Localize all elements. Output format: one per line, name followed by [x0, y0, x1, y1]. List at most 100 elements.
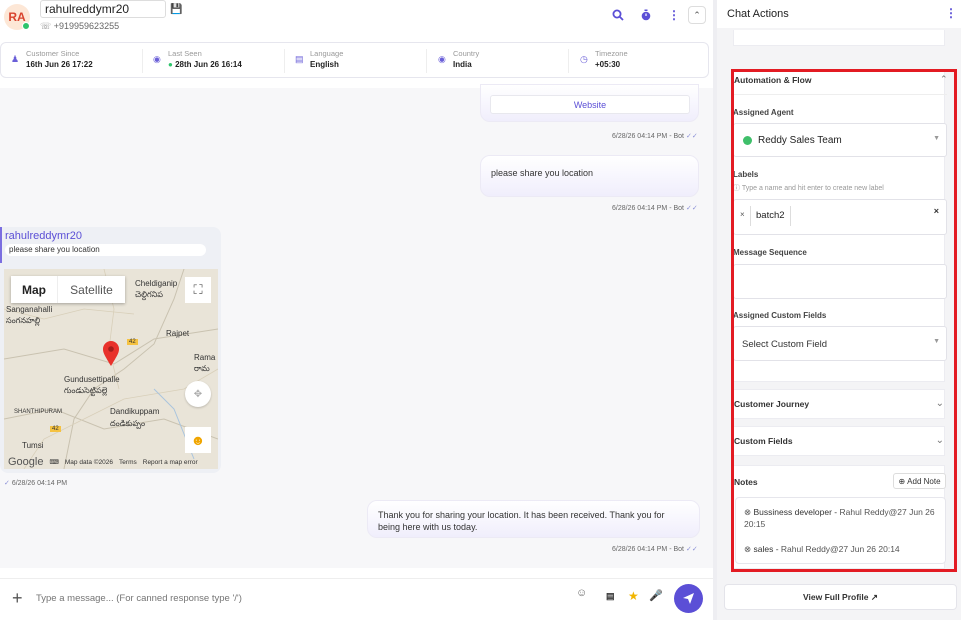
- double-check-icon: ✓✓: [685, 205, 698, 212]
- info-language: ▤ Language English: [295, 49, 425, 73]
- bot-message: please share you location: [480, 155, 699, 197]
- road-shield: 42: [50, 426, 61, 432]
- contact-name-field[interactable]: rahulreddymr20: [40, 0, 166, 18]
- send-icon: [683, 593, 694, 604]
- map-pan-control-icon[interactable]: ✥: [185, 381, 211, 407]
- info-label: Last Seen: [168, 49, 202, 58]
- info-value: ● 28th Jun 26 16:14: [168, 60, 242, 69]
- info-value: English: [310, 60, 339, 69]
- meta-text: 6/28/26 04:14 PM - Bot: [612, 133, 684, 140]
- quote-bar: [0, 227, 2, 263]
- map-place-label: Rajpet: [166, 329, 190, 338]
- map-place-label: Tumsi: [22, 441, 44, 450]
- phone-icon: ☏: [40, 21, 54, 31]
- info-country: ◉ Country India: [438, 49, 568, 73]
- road-shield: 42: [127, 339, 138, 345]
- map-place-label: Cheldiganip: [135, 279, 178, 288]
- customer-info-bar: ♟ Customer Since 16th Jun 26 17:22 ◉ Las…: [0, 42, 709, 78]
- website-button[interactable]: Website: [490, 95, 690, 114]
- info-label: Customer Since: [26, 49, 80, 58]
- info-label: Timezone: [595, 49, 628, 58]
- highlight-box: [731, 69, 957, 572]
- meta-text: 6/28/26 04:14 PM - Bot: [612, 205, 684, 212]
- info-label: Language: [310, 49, 344, 58]
- chat-actions-header: Chat Actions ⋮: [717, 0, 961, 28]
- message-meta: 6/28/26 04:14 PM - Bot ✓✓: [612, 545, 698, 553]
- more-vertical-icon[interactable]: ⋮: [945, 6, 957, 20]
- map-place-label: చెల్దిగనిప: [135, 290, 163, 299]
- bot-message: Thank you for sharing your location. It …: [367, 500, 700, 538]
- canned-response-icon[interactable]: ▤: [606, 591, 615, 602]
- microphone-icon[interactable]: 🎤: [649, 589, 663, 602]
- sender-name: rahulreddymr20: [5, 230, 83, 242]
- map-place-label: సంగనహల్లి: [6, 316, 41, 325]
- map-place-label: SHANTHIPURAM: [14, 409, 63, 415]
- check-icon: ✓: [4, 480, 10, 487]
- chat-header: RA rahulreddymr20 💾 ☏ +919959623255 ⋮ ⌃: [0, 0, 713, 40]
- keyboard-icon[interactable]: ⌨: [49, 458, 58, 466]
- timer-icon[interactable]: [640, 9, 652, 21]
- pegman-icon[interactable]: ☻: [185, 427, 211, 453]
- meta-text: 6/28/26 04:14 PM: [11, 480, 68, 487]
- map-place-label: Sanganahalli: [6, 305, 53, 314]
- map-place-label: గుండుసెట్టిపల్లె: [64, 386, 108, 395]
- message-meta: 6/28/26 04:14 PM - Bot ✓✓: [612, 204, 698, 212]
- info-timezone: ◷ Timezone +05:30: [580, 49, 700, 73]
- online-status-dot: [22, 22, 30, 30]
- quoted-message: please share you location: [5, 244, 206, 256]
- phone-number: ☏ +919959623255: [40, 21, 119, 32]
- more-vertical-icon[interactable]: ⋮: [668, 8, 680, 22]
- info-label: Country: [453, 49, 480, 58]
- location-map[interactable]: Map Satellite ⛶ Cheldiganip చెల్దిగనిప S…: [4, 269, 218, 469]
- info-value: +05:30: [595, 60, 621, 69]
- send-button[interactable]: [674, 584, 703, 613]
- save-icon[interactable]: 💾: [170, 4, 182, 15]
- plus-icon[interactable]: +: [12, 588, 23, 609]
- star-icon[interactable]: ★: [628, 589, 639, 603]
- map-type-tabs: Map Satellite: [11, 276, 125, 303]
- info-last-seen: ◉ Last Seen ● 28th Jun 26 16:14: [153, 49, 283, 73]
- google-logo: Google: [8, 456, 44, 468]
- message-input[interactable]: [36, 589, 566, 607]
- map-place-label: Rama: [194, 353, 216, 362]
- map-data-text: Map data ©2026: [64, 458, 114, 466]
- message-text: Thank you for sharing your location. It …: [378, 510, 665, 532]
- report-map-error-link[interactable]: Report a map error: [143, 459, 198, 466]
- map-tab[interactable]: Map: [11, 276, 57, 303]
- collapse-chevron-up-icon[interactable]: ⌃: [688, 6, 706, 24]
- panel-title: Chat Actions: [727, 8, 789, 20]
- info-value: 16th Jun 26 17:22: [26, 60, 93, 69]
- meta-text: 6/28/26 04:14 PM - Bot: [612, 546, 684, 553]
- user-icon: ♟: [11, 54, 20, 64]
- message-meta: 6/28/26 04:14 PM - Bot ✓✓: [612, 132, 698, 140]
- info-customer-since: ♟ Customer Since 16th Jun 26 17:22: [11, 49, 141, 73]
- collapsed-section: [733, 30, 945, 46]
- terms-link[interactable]: Terms: [119, 459, 137, 466]
- info-value: India: [453, 60, 472, 69]
- emoji-icon[interactable]: ☺: [576, 587, 587, 599]
- map-pin-icon: [103, 341, 119, 366]
- composer-bar: + ☺ ▤ ★ 🎤: [0, 578, 713, 620]
- map-place-label: Gundusettipalle: [64, 375, 120, 384]
- chat-area: RA rahulreddymr20 💾 ☏ +919959623255 ⋮ ⌃ …: [0, 0, 713, 620]
- user-location-message: rahulreddymr20 please share you location…: [0, 227, 221, 473]
- last-seen-value: 28th Jun 26 16:14: [175, 60, 242, 69]
- view-full-profile-button[interactable]: View Full Profile ↗: [724, 584, 957, 610]
- external-link-icon: ↗: [870, 591, 878, 602]
- location-pin-icon: ◉: [438, 54, 446, 64]
- message-text: please share you location: [491, 168, 594, 178]
- translate-icon: ▤: [295, 54, 304, 64]
- search-icon[interactable]: [612, 9, 624, 21]
- satellite-tab[interactable]: Satellite: [57, 276, 125, 303]
- view-profile-label: View Full Profile: [803, 592, 869, 602]
- map-place-label: Dandikuppam: [110, 407, 160, 416]
- map-place-label: రామ: [194, 364, 210, 373]
- double-check-icon: ✓✓: [685, 133, 698, 140]
- fullscreen-icon[interactable]: ⛶: [185, 277, 211, 303]
- map-place-label: దండికుప్పం: [110, 419, 146, 428]
- message-meta: ✓ 6/28/26 04:14 PM: [4, 479, 67, 487]
- double-check-icon: ✓✓: [685, 546, 698, 553]
- eye-icon: ◉: [153, 54, 161, 64]
- clock-icon: ◷: [580, 54, 588, 64]
- phone-text: +919959623255: [53, 21, 120, 31]
